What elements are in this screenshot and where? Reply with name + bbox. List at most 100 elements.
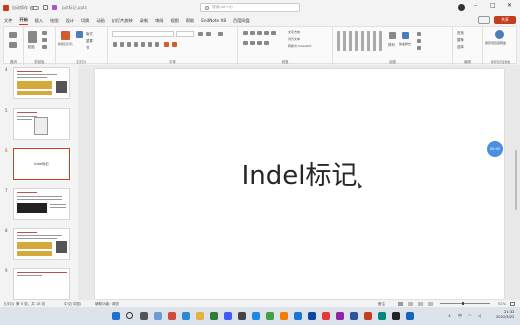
avatar[interactable] [458, 4, 465, 11]
undo-icon[interactable] [9, 32, 17, 38]
app-icon[interactable] [378, 312, 386, 320]
maximize-button[interactable]: □ [490, 2, 496, 9]
select-button[interactable]: 选择 [457, 44, 464, 49]
normal-view-icon[interactable] [398, 301, 403, 306]
slide-thumbnail[interactable] [13, 108, 70, 140]
tab-file[interactable]: 文件 [4, 18, 12, 24]
tab-baidu[interactable]: 百度网盘 [233, 18, 250, 24]
find-button[interactable]: 查找 [457, 30, 464, 35]
line-spacing-icon[interactable] [271, 31, 276, 35]
layout-button[interactable]: 版式 [86, 31, 93, 36]
increase-indent-icon[interactable] [264, 31, 269, 35]
sorter-view-icon[interactable] [408, 301, 413, 306]
highlight-icon[interactable] [164, 42, 169, 47]
zoom-slider[interactable] [440, 303, 490, 304]
align-right-icon[interactable] [257, 41, 262, 45]
quick-access-icon[interactable] [52, 5, 57, 10]
slide-thumbnail-selected[interactable]: Indel标记 [12, 147, 71, 181]
tab-insert[interactable]: 插入 [35, 18, 43, 24]
italic-icon[interactable] [120, 42, 124, 47]
shrink-font-icon[interactable] [206, 32, 211, 36]
reset-button[interactable]: 重置 [86, 38, 93, 43]
format-painter-icon[interactable] [42, 45, 47, 49]
tab-design[interactable]: 设计 [66, 18, 74, 24]
font-size-field[interactable] [176, 31, 194, 37]
tab-animations[interactable]: 动画 [96, 18, 104, 24]
change-case-icon[interactable] [155, 42, 159, 47]
comment-button[interactable] [478, 16, 490, 24]
shape-outline-icon[interactable] [417, 39, 421, 43]
wifi-icon[interactable]: ◠ [468, 313, 472, 318]
word-icon[interactable] [350, 312, 358, 320]
reading-view-icon[interactable] [418, 301, 423, 306]
baidu-cloud-icon[interactable] [495, 30, 504, 39]
app-icon[interactable] [392, 312, 400, 320]
shadow-icon[interactable] [141, 42, 145, 47]
search-taskbar-icon[interactable] [126, 312, 133, 319]
close-button[interactable]: ✕ [507, 2, 512, 9]
zoom-slider-handle[interactable] [462, 301, 464, 305]
slideshow-view-icon[interactable] [428, 301, 433, 306]
shape-fill-icon[interactable] [417, 32, 421, 36]
tab-home[interactable]: 开始 [19, 17, 28, 25]
font-color-icon[interactable] [172, 42, 177, 47]
tab-transitions[interactable]: 切换 [81, 18, 89, 24]
share-button[interactable]: 共享 [494, 16, 516, 24]
text-direction-button[interactable]: 文字方向 [288, 30, 300, 34]
paste-icon[interactable] [28, 31, 37, 43]
app-icon[interactable] [406, 312, 414, 320]
app-icon[interactable] [210, 312, 218, 320]
underline-icon[interactable] [127, 42, 131, 47]
quick-styles-icon[interactable] [402, 32, 409, 39]
current-slide[interactable]: Indel标记 [95, 69, 504, 299]
volume-icon[interactable]: ◁ [478, 313, 481, 318]
tab-review[interactable]: 审阅 [155, 18, 163, 24]
file-explorer-icon[interactable] [196, 312, 204, 320]
start-icon[interactable] [112, 312, 120, 320]
shape-effects-icon[interactable] [417, 46, 421, 50]
slide-title[interactable]: Indel标记 [95, 155, 504, 192]
search-box[interactable]: 搜索(Alt+Q) [200, 3, 300, 12]
accessibility-status[interactable]: 辅助功能: 调查 [95, 302, 119, 307]
edge-icon[interactable] [182, 312, 190, 320]
app-icon[interactable] [280, 312, 288, 320]
grow-font-icon[interactable] [198, 32, 203, 36]
notes-button[interactable]: 备注 [378, 302, 385, 307]
fit-to-window-icon[interactable] [510, 301, 515, 306]
tab-draw[interactable]: 绘图 [50, 18, 58, 24]
app-icon[interactable] [322, 312, 330, 320]
app-icon[interactable] [266, 312, 274, 320]
slide-thumbnail[interactable] [13, 228, 70, 260]
copy-icon[interactable] [42, 38, 47, 42]
floating-timer-badge[interactable]: 00:00 [487, 141, 503, 157]
section-button[interactable]: 节 [86, 45, 89, 50]
slide-thumbnail[interactable] [13, 268, 70, 300]
powerpoint-taskbar-icon[interactable] [364, 312, 372, 320]
align-left-icon[interactable] [243, 41, 248, 45]
tab-view[interactable]: 视图 [170, 18, 178, 24]
app-icon[interactable] [252, 312, 260, 320]
app-icon[interactable] [224, 312, 232, 320]
redo-icon[interactable] [9, 42, 17, 48]
align-text-button[interactable]: 对齐文本 [288, 37, 300, 41]
widgets-icon[interactable] [154, 312, 162, 320]
bullets-icon[interactable] [243, 31, 248, 35]
decrease-indent-icon[interactable] [257, 31, 262, 35]
language-indicator[interactable]: 中文(中国) [64, 302, 81, 307]
input-language[interactable]: 中 [458, 313, 462, 319]
arrange-icon[interactable] [389, 32, 396, 39]
app-icon[interactable] [238, 312, 246, 320]
replace-button[interactable]: 替换 [457, 37, 464, 42]
align-center-icon[interactable] [250, 41, 255, 45]
tray-chevron-icon[interactable]: ∧ [448, 313, 451, 318]
bold-icon[interactable] [113, 42, 117, 47]
autosave-toggle[interactable] [30, 5, 39, 10]
tab-help[interactable]: 帮助 [186, 18, 194, 24]
slide-thumbnail[interactable] [13, 188, 70, 220]
font-name-field[interactable] [112, 31, 174, 37]
app-icon[interactable] [336, 312, 344, 320]
vertical-scrollbar[interactable] [514, 70, 518, 290]
minimize-button[interactable]: – [474, 2, 477, 9]
tab-endnote[interactable]: EndNote X8 [201, 18, 226, 23]
char-spacing-icon[interactable] [148, 42, 152, 47]
